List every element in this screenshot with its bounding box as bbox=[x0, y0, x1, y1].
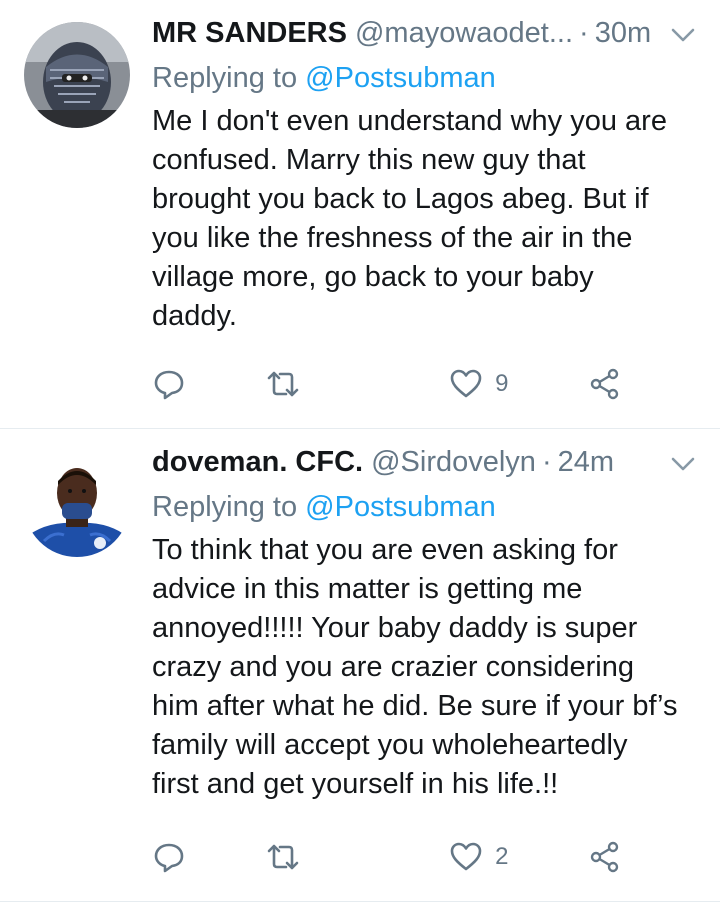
timestamp[interactable]: 30m bbox=[595, 14, 651, 52]
replying-to: Replying to @Postsubman bbox=[152, 58, 696, 98]
reply-button[interactable] bbox=[152, 840, 186, 874]
tweet-text-line: Me I don't even understand why you are bbox=[152, 105, 667, 137]
tweet-text-line: annoyed!!!!! Your baby daddy is super bbox=[152, 612, 638, 644]
retweet-icon bbox=[267, 371, 298, 397]
tweet-header: doveman. CFC. @Sirdovelyn · 24m bbox=[152, 443, 696, 481]
tweet-text-line: confused. Marry this new guy that bbox=[152, 144, 586, 176]
tweet-text-line: advice in this matter is getting me bbox=[152, 573, 583, 605]
tweet-actions: 2 bbox=[152, 837, 622, 877]
separator: · bbox=[541, 446, 552, 478]
separator: · bbox=[579, 17, 589, 49]
handle[interactable]: @mayowaodet... bbox=[355, 14, 573, 52]
like-icon bbox=[450, 369, 482, 398]
mention-link[interactable]: @Postsubman bbox=[305, 491, 496, 523]
retweet-button[interactable] bbox=[266, 367, 300, 401]
retweet-icon bbox=[267, 844, 298, 870]
tweet-text-line: family will accept you wholeheartedly bbox=[152, 729, 628, 761]
tweet[interactable]: MR SANDERS @mayowaodet... · 30m Replying… bbox=[0, 0, 720, 429]
handle[interactable]: @Sirdovelyn bbox=[371, 443, 536, 481]
tweet-text-line: daddy. bbox=[152, 300, 237, 332]
chevron-down-icon[interactable] bbox=[670, 26, 696, 44]
tweet-text-line: him after what he did. Be sure if your b… bbox=[152, 690, 678, 722]
like-button[interactable]: 9 bbox=[449, 367, 508, 401]
retweet-button[interactable] bbox=[266, 840, 300, 874]
tweet-text: To think that you are even asking for ad… bbox=[152, 531, 692, 804]
share-button[interactable] bbox=[588, 840, 622, 874]
tweet-text-line: you like the freshness of the air in the bbox=[152, 222, 633, 254]
avatar[interactable] bbox=[24, 451, 130, 557]
share-button[interactable] bbox=[588, 367, 622, 401]
replying-to: Replying to @Postsubman bbox=[152, 487, 696, 527]
tweet[interactable]: doveman. CFC. @Sirdovelyn · 24m Replying… bbox=[0, 429, 720, 902]
tweet-text-line: brought you back to Lagos abeg. But if bbox=[152, 183, 649, 215]
timestamp[interactable]: 24m bbox=[558, 443, 614, 481]
mention-link[interactable]: @Postsubman bbox=[305, 62, 496, 94]
like-count: 2 bbox=[495, 843, 509, 870]
tweet-text-line: crazy and you are crazier considering bbox=[152, 651, 634, 683]
like-icon bbox=[450, 842, 482, 871]
like-button[interactable]: 2 bbox=[449, 840, 508, 874]
reply-icon bbox=[154, 370, 184, 400]
replying-to-label: Replying to bbox=[152, 62, 298, 94]
tweet-text-line: To think that you are even asking for bbox=[152, 534, 618, 566]
like-count: 9 bbox=[495, 370, 509, 397]
tweet-text: Me I don't even understand why you are c… bbox=[152, 102, 692, 336]
avatar[interactable] bbox=[24, 22, 130, 128]
tweet-text-line: village more, go back to your baby bbox=[152, 261, 594, 293]
tweet-header: MR SANDERS @mayowaodet... · 30m bbox=[152, 14, 696, 52]
share-icon bbox=[590, 841, 619, 873]
tweet-actions: 9 bbox=[152, 364, 622, 404]
display-name[interactable]: MR SANDERS bbox=[152, 14, 347, 52]
display-name[interactable]: doveman. CFC. bbox=[152, 443, 363, 481]
share-icon bbox=[590, 368, 619, 400]
replying-to-label: Replying to bbox=[152, 491, 298, 523]
reply-button[interactable] bbox=[152, 367, 186, 401]
tweet-text-line: first and get yourself in his life.!! bbox=[152, 768, 559, 800]
chevron-down-icon[interactable] bbox=[670, 455, 696, 473]
reply-icon bbox=[154, 843, 184, 873]
